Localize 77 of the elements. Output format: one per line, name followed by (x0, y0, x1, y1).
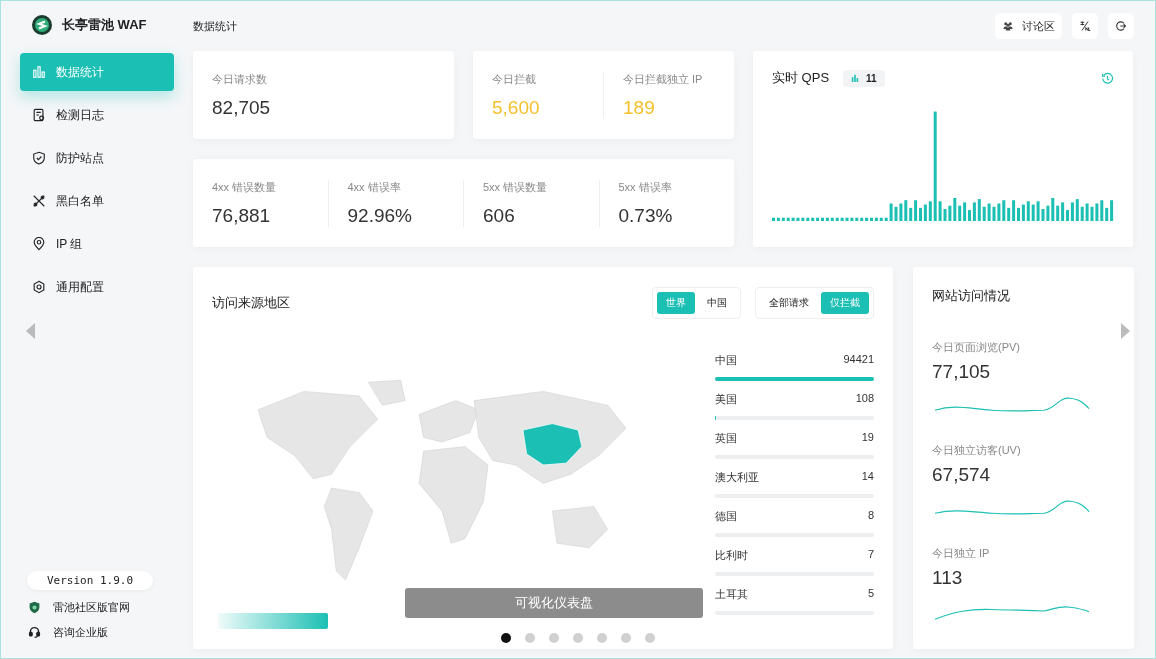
filter-tab[interactable]: 全部请求 (760, 292, 818, 314)
region-name: 德国 (715, 509, 737, 524)
region-count: 8 (867, 509, 874, 523)
logout-button[interactable] (1108, 13, 1134, 39)
previous-arrow-icon[interactable] (26, 323, 36, 339)
pin-icon (32, 237, 46, 251)
stat-value: 76,881 (212, 204, 272, 227)
refresh-icon[interactable] (1101, 71, 1114, 85)
slide-dot[interactable] (549, 633, 559, 643)
metric-value: 77,105 (932, 361, 992, 383)
sidebar-item[interactable]: 通用配置 (20, 268, 174, 306)
tools-icon (32, 194, 46, 208)
shield-icon (32, 151, 46, 165)
stat-label: 今日拦截 (492, 71, 537, 87)
slide-dot[interactable] (573, 633, 583, 643)
logout-icon (1115, 20, 1127, 32)
metric-label: 今日页面浏览(PV) (932, 340, 1021, 355)
metric-label: 今日独立访客(UV) (932, 443, 1022, 458)
slide-dot[interactable] (525, 633, 535, 643)
slide-dot[interactable] (645, 633, 655, 643)
metric-label: 今日独立 IP (932, 546, 991, 561)
region-name: 比利时 (715, 548, 748, 563)
version-label: Version 1.9.0 (27, 571, 154, 590)
region-name: 中国 (715, 353, 737, 368)
region-count: 14 (861, 470, 874, 484)
stat-label: 今日拦截独立 IP (623, 71, 704, 87)
stat-label: 4xx 错误数量 (212, 179, 278, 195)
next-arrow-icon[interactable] (1120, 323, 1130, 339)
community-button[interactable]: 讨论区 (995, 13, 1062, 39)
region-name: 英国 (715, 431, 737, 446)
region-name: 美国 (715, 392, 737, 407)
shield-icon (28, 601, 41, 614)
settings-icon (32, 280, 46, 294)
stat-value: 5,600 (492, 96, 541, 119)
stat-value: 82,705 (212, 96, 272, 119)
region-name: 澳大利亚 (715, 470, 759, 485)
region-count: 5 (867, 587, 874, 601)
translate-icon (1079, 20, 1091, 32)
qps-badge: 11 (843, 69, 885, 87)
brand-name: 长亭雷池 WAF (62, 16, 147, 34)
bar-chart-icon (851, 74, 860, 82)
card-title: 实时 QPS (772, 69, 830, 87)
card-title: 网站访问情况 (932, 287, 1011, 305)
region-name: 土耳其 (715, 587, 748, 602)
sidebar-link[interactable]: 雷池社区版官网 (20, 600, 193, 615)
logo-icon (32, 15, 52, 35)
stat-label: 5xx 错误率 (618, 179, 673, 195)
page-title: 数据统计 (193, 18, 237, 34)
metric-value: 67,574 (932, 464, 992, 486)
sidebar-item[interactable]: 检测日志 (20, 96, 174, 134)
people-icon (1002, 20, 1014, 32)
region-count: 19 (861, 431, 874, 445)
stat-label: 5xx 错误数量 (483, 179, 549, 195)
card-title: 访问来源地区 (212, 294, 290, 312)
sidebar-item[interactable]: IP 组 (20, 225, 174, 263)
slide-caption: 可视化仪表盘 (405, 588, 703, 618)
region-count: 108 (855, 392, 874, 406)
document-icon (32, 108, 46, 122)
sidebar-item[interactable]: 防护站点 (20, 139, 174, 177)
headset-icon (28, 626, 41, 639)
stat-value: 606 (483, 204, 516, 227)
region-count: 7 (867, 548, 874, 562)
slide-dot[interactable] (501, 633, 511, 643)
scope-tab[interactable]: 中国 (698, 292, 736, 314)
sidebar-link[interactable]: 咨询企业版 (20, 625, 193, 640)
sidebar-item[interactable]: 黑白名单 (20, 182, 174, 220)
language-button[interactable] (1072, 13, 1098, 39)
region-count: 94421 (843, 353, 874, 367)
stat-value: 189 (623, 96, 656, 119)
metric-value: 113 (932, 567, 964, 589)
stat-label: 今日请求数 (212, 71, 268, 87)
stat-value: 92.96% (347, 204, 413, 227)
bar-chart-icon (32, 65, 46, 79)
slide-dot[interactable] (621, 633, 631, 643)
slide-dot[interactable] (597, 633, 607, 643)
stat-value: 0.73% (618, 204, 674, 227)
stat-label: 4xx 错误率 (347, 179, 402, 195)
